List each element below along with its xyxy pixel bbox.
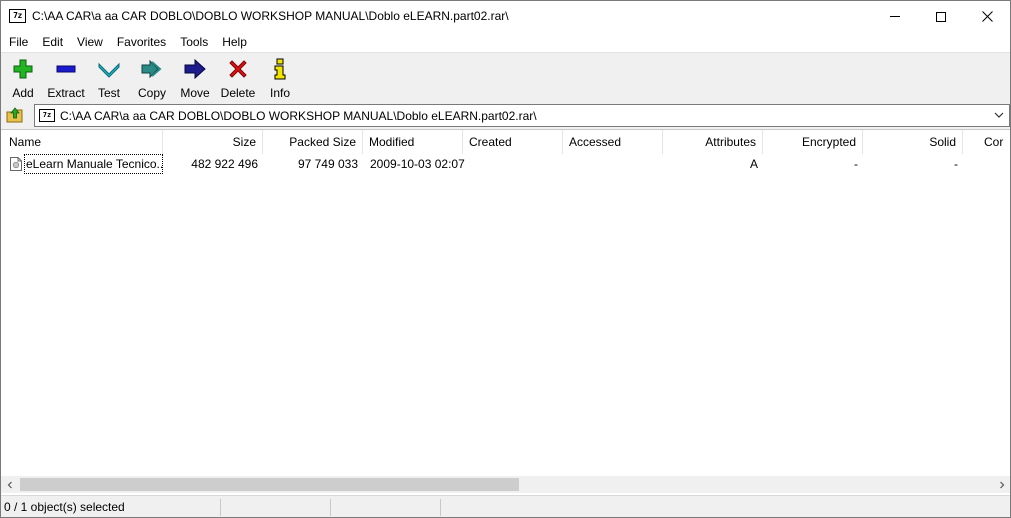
chevron-down-icon[interactable]: [992, 108, 1006, 122]
move-label: Move: [180, 86, 210, 100]
file-icon: [10, 157, 22, 171]
maximize-icon: [936, 11, 946, 22]
info-icon: [274, 58, 286, 80]
file-list[interactable]: Name Size Packed Size Modified Created A…: [1, 129, 1010, 493]
test-label: Test: [97, 86, 120, 100]
address-combobox[interactable]: 7z C:\AA CAR\a aa CAR DOBLO\DOBLO WORKSH…: [34, 104, 1010, 127]
close-button[interactable]: [964, 1, 1010, 32]
delete-button[interactable]: Delete: [220, 57, 256, 101]
app-7zip-icon: 7z: [9, 9, 26, 23]
window-title: C:\AA CAR\a aa CAR DOBLO\DOBLO WORKSHOP …: [32, 9, 509, 23]
move-button[interactable]: Move: [178, 57, 212, 101]
file-modified: 2009-10-03 02:07: [370, 157, 465, 171]
menu-file[interactable]: File: [2, 33, 35, 51]
file-packed-size: 97 749 033: [297, 157, 358, 171]
address-bar: 7z C:\AA CAR\a aa CAR DOBLO\DOBLO WORKSH…: [1, 102, 1010, 129]
menu-tools[interactable]: Tools: [173, 33, 215, 51]
column-name[interactable]: Name: [3, 130, 163, 154]
file-encrypted: -: [854, 157, 858, 171]
double-arrow-right-icon: [141, 59, 162, 79]
chevron-right-icon: [999, 481, 1004, 488]
minus-icon: [56, 65, 76, 73]
info-label: Info: [269, 86, 290, 100]
table-row[interactable]: eLearn Manuale Tecnico... 482 922 496 97…: [1, 154, 1010, 174]
minimize-button[interactable]: [872, 1, 918, 32]
close-icon: [981, 11, 993, 22]
list-header: Name Size Packed Size Modified Created A…: [1, 130, 1010, 154]
column-created[interactable]: Created: [463, 130, 563, 154]
column-encrypted[interactable]: Encrypted: [763, 130, 863, 154]
file-accessed: [570, 154, 665, 174]
info-button[interactable]: Info: [267, 57, 293, 101]
column-packed-size[interactable]: Packed Size: [263, 130, 363, 154]
file-name[interactable]: eLearn Manuale Tecnico...: [24, 154, 163, 174]
extract-button[interactable]: Extract: [45, 57, 87, 101]
horizontal-scrollbar[interactable]: [1, 476, 1010, 493]
plus-icon: [13, 59, 33, 79]
menu-favorites[interactable]: Favorites: [110, 33, 173, 51]
title-bar[interactable]: 7z C:\AA CAR\a aa CAR DOBLO\DOBLO WORKSH…: [1, 1, 1010, 32]
column-modified[interactable]: Modified: [363, 130, 463, 154]
minimize-icon: [890, 16, 900, 17]
file-solid: -: [954, 157, 958, 171]
copy-label: Copy: [137, 86, 166, 100]
add-label: Add: [12, 86, 34, 100]
delete-label: Delete: [220, 86, 256, 100]
checkmark-icon: [98, 62, 120, 78]
test-button[interactable]: Test: [95, 57, 123, 101]
address-path: C:\AA CAR\a aa CAR DOBLO\DOBLO WORKSHOP …: [60, 109, 537, 123]
chevron-left-icon: [7, 481, 12, 488]
file-created: [470, 154, 565, 174]
column-comment[interactable]: Cor: [984, 130, 1010, 154]
delete-x-icon: [229, 60, 247, 78]
status-pane-2: [221, 499, 331, 516]
status-pane-3: [331, 499, 441, 516]
column-solid[interactable]: Solid: [863, 130, 963, 154]
column-accessed[interactable]: Accessed: [563, 130, 663, 154]
folder-up-icon[interactable]: [5, 105, 25, 125]
file-size: 482 922 496: [191, 157, 258, 171]
scroll-thumb[interactable]: [20, 478, 519, 491]
copy-button[interactable]: Copy: [136, 57, 168, 101]
column-attributes[interactable]: Attributes: [663, 130, 763, 154]
arrow-right-icon: [184, 58, 206, 80]
maximize-button[interactable]: [918, 1, 964, 32]
add-button[interactable]: Add: [7, 57, 39, 101]
menu-edit[interactable]: Edit: [35, 33, 70, 51]
status-bar: 0 / 1 object(s) selected: [1, 495, 1010, 517]
menu-bar: File Edit View Favorites Tools Help: [1, 32, 1010, 52]
menu-help[interactable]: Help: [215, 33, 254, 51]
status-selection: 0 / 1 object(s) selected: [1, 499, 221, 516]
column-size[interactable]: Size: [163, 130, 263, 154]
scroll-right-button[interactable]: [993, 476, 1010, 493]
extract-label: Extract: [47, 86, 85, 100]
menu-view[interactable]: View: [70, 33, 110, 51]
app-window: 7z C:\AA CAR\a aa CAR DOBLO\DOBLO WORKSH…: [0, 0, 1011, 518]
toolbar: Add Extract Test Copy Move Delete Info: [1, 52, 1010, 102]
archive-7z-icon: 7z: [39, 109, 55, 122]
file-attributes: A: [749, 157, 758, 171]
scroll-left-button[interactable]: [1, 476, 18, 493]
